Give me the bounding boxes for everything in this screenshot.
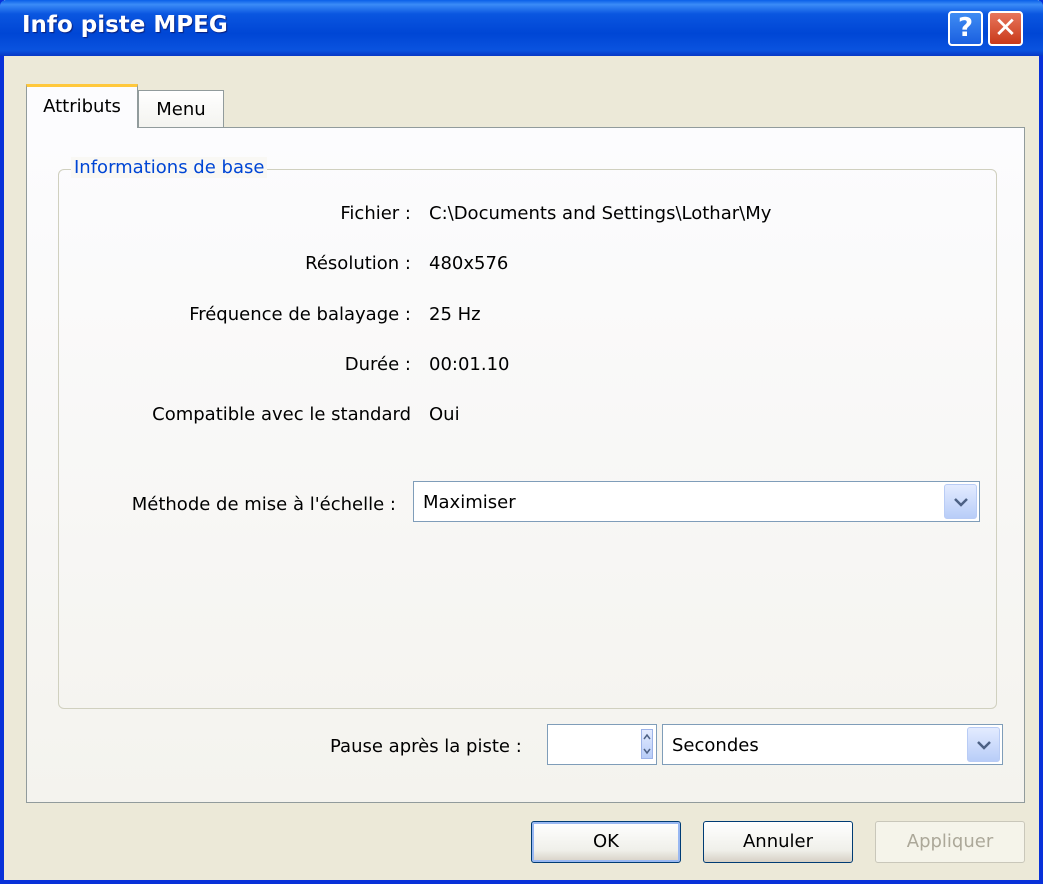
- tab-panel: Informations de base Fichier : C:\Docume…: [26, 127, 1025, 803]
- resolution-value: 480x576: [429, 253, 509, 274]
- duration-label: Durée :: [344, 354, 411, 375]
- chevron-down-icon: [953, 497, 968, 507]
- close-button[interactable]: ✕: [988, 11, 1023, 46]
- file-label: Fichier :: [340, 203, 411, 224]
- chevron-down-icon: [976, 740, 991, 750]
- scaling-label: Méthode de mise à l'échelle :: [131, 494, 396, 515]
- tab-attributs[interactable]: Attributs: [26, 84, 138, 128]
- dialog-window: Info piste MPEG ? ✕ Attributs Menu Infor…: [0, 0, 1043, 884]
- title-bar[interactable]: Info piste MPEG ? ✕: [0, 0, 1043, 56]
- spin-arrows[interactable]: [641, 729, 653, 759]
- pause-unit-select[interactable]: Secondes: [662, 724, 1003, 765]
- ok-button[interactable]: OK: [531, 821, 681, 863]
- spin-updown-icon: [643, 733, 651, 755]
- compatible-label: Compatible avec le standard: [152, 404, 411, 425]
- tab-menu[interactable]: Menu: [138, 90, 224, 128]
- pause-spinbox[interactable]: [547, 724, 657, 765]
- frame-rate-value: 25 Hz: [429, 304, 481, 325]
- pause-unit-value: Secondes: [672, 735, 759, 756]
- dropdown-arrow-button[interactable]: [967, 727, 1000, 762]
- groupbox-title: Informations de base: [71, 157, 268, 178]
- apply-button[interactable]: Appliquer: [875, 821, 1025, 863]
- cancel-button[interactable]: Annuler: [703, 821, 853, 863]
- pause-label: Pause après la piste :: [330, 736, 522, 757]
- duration-value: 00:01.10: [429, 354, 510, 375]
- resolution-label: Résolution :: [305, 253, 411, 274]
- scaling-method-select[interactable]: Maximiser: [413, 481, 980, 522]
- help-button[interactable]: ?: [948, 11, 983, 46]
- dropdown-arrow-button[interactable]: [944, 484, 977, 519]
- file-value: C:\Documents and Settings\Lothar\My: [429, 203, 772, 224]
- frame-rate-label: Fréquence de balayage :: [189, 304, 411, 325]
- basic-info-groupbox: Informations de base Fichier : C:\Docume…: [58, 157, 997, 709]
- compatible-value: Oui: [429, 404, 460, 425]
- scaling-method-value: Maximiser: [423, 492, 516, 513]
- window-title: Info piste MPEG: [22, 12, 228, 38]
